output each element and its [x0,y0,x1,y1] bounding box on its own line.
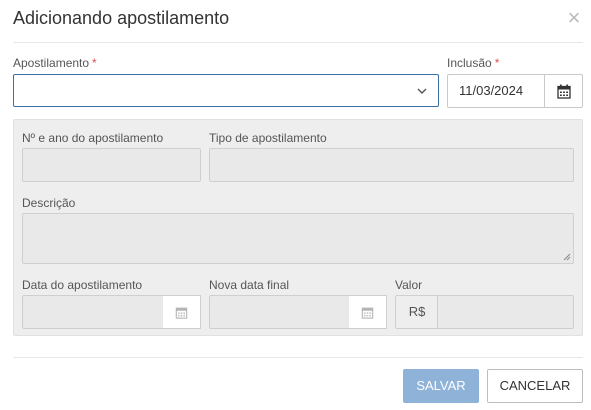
nova-data-final-label: Nova data final [209,278,290,292]
data-apostilamento-calendar-button[interactable] [163,295,201,329]
resize-handle-icon[interactable] [563,253,571,261]
currency-prefix: R$ [395,295,438,329]
nova-data-final-input[interactable] [209,295,350,329]
tipo-input[interactable] [209,148,574,182]
dialog-title: Adicionando apostilamento [13,8,230,28]
data-apostilamento-input[interactable] [22,295,164,329]
required-marker: * [92,56,97,70]
cancel-button[interactable]: CANCELAR [487,369,583,403]
inclusao-label: Inclusão * [447,56,500,70]
descricao-textarea[interactable] [22,213,574,264]
save-button[interactable]: SALVAR [403,369,479,403]
calendar-icon [175,307,188,319]
required-marker: * [494,56,500,70]
footer-divider [13,357,583,358]
descricao-label: Descrição [22,196,76,210]
header-divider [13,42,583,43]
numero-ano-input[interactable] [22,148,201,182]
calendar-icon [556,84,571,99]
nova-data-final-calendar-button[interactable] [349,295,387,329]
close-icon[interactable]: × [565,7,583,29]
valor-label: Valor [395,278,423,292]
valor-input[interactable] [437,295,574,329]
tipo-label: Tipo de apostilamento [209,131,327,145]
data-apostilamento-label: Data do apostilamento [22,278,143,292]
inclusao-calendar-button[interactable] [544,74,583,108]
apostilamento-select[interactable] [13,74,439,107]
inclusao-date-input[interactable]: 11/03/2024 [447,74,545,108]
numero-ano-label: Nº e ano do apostilamento [22,131,164,145]
apostilamento-label: Apostilamento * [13,56,97,70]
chevron-down-icon [417,88,427,94]
calendar-icon [361,307,374,319]
